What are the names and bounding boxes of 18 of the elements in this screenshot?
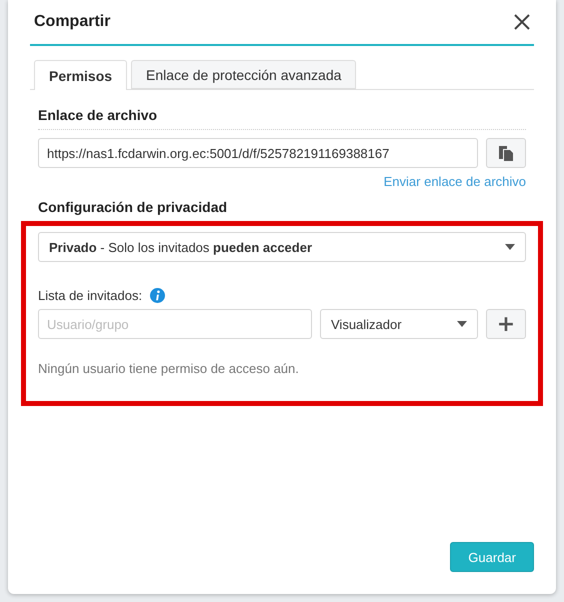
role-dropdown[interactable]: Visualizador: [320, 309, 478, 339]
privacy-dropdown[interactable]: Privado - Solo los invitados pueden acceder: [38, 232, 526, 262]
user-field[interactable]: Usuario/grupo: [38, 309, 312, 339]
dialog-title: Compartir: [34, 13, 110, 31]
tab[interactable]: Permisos: [34, 60, 128, 90]
copy-button[interactable]: [486, 138, 526, 168]
close-icon[interactable]: [514, 14, 530, 30]
caret-icon: [505, 244, 515, 250]
empty-note: Ningún usuario tiene permiso de acceso aún.: [38, 361, 300, 376]
link-field[interactable]: https://nas1.fcdarwin.org.ec:5001/d/f/525782191169388167: [38, 138, 478, 168]
section-heading: Configuración de privacidad: [38, 199, 228, 217]
info-icon[interactable]: [150, 288, 166, 303]
copy-icon: [498, 145, 514, 161]
tab[interactable]: Enlace de protección avanzada: [131, 60, 356, 89]
caret-icon: [457, 321, 467, 327]
add-button[interactable]: +: [486, 309, 526, 339]
section-heading: Enlace de archivo: [38, 107, 158, 125]
invite-list-label: Lista de invitados:: [38, 288, 142, 303]
